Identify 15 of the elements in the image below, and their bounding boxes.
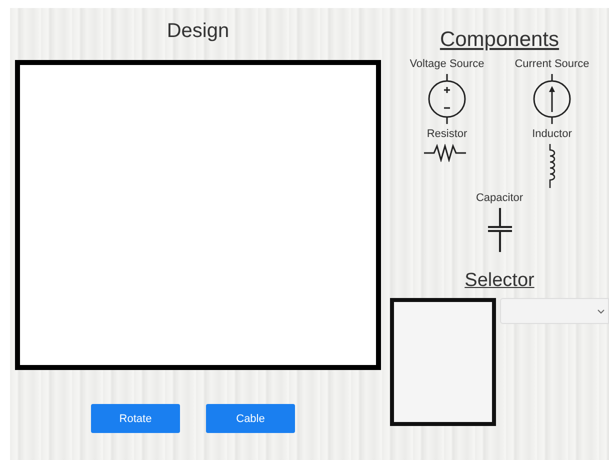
action-button[interactable]: Rotate [91, 404, 180, 433]
action-button[interactable]: Cable [206, 404, 295, 433]
component-label: Resistor [426, 128, 468, 140]
component-label: Voltage Source [410, 58, 484, 70]
voltage-source-icon[interactable] [427, 74, 467, 124]
components-title: Components [440, 28, 560, 52]
selector-title: Selector [464, 270, 534, 292]
design-title: Design [166, 20, 230, 44]
current-source-icon[interactable] [532, 74, 572, 124]
component-label: Capacitor [476, 192, 524, 204]
capacitor-icon[interactable] [486, 208, 514, 252]
component-label: Inductor [532, 128, 572, 140]
design-canvas[interactable] [15, 60, 381, 370]
chevron-down-icon [597, 308, 605, 314]
component-label: Current Source [514, 58, 590, 70]
